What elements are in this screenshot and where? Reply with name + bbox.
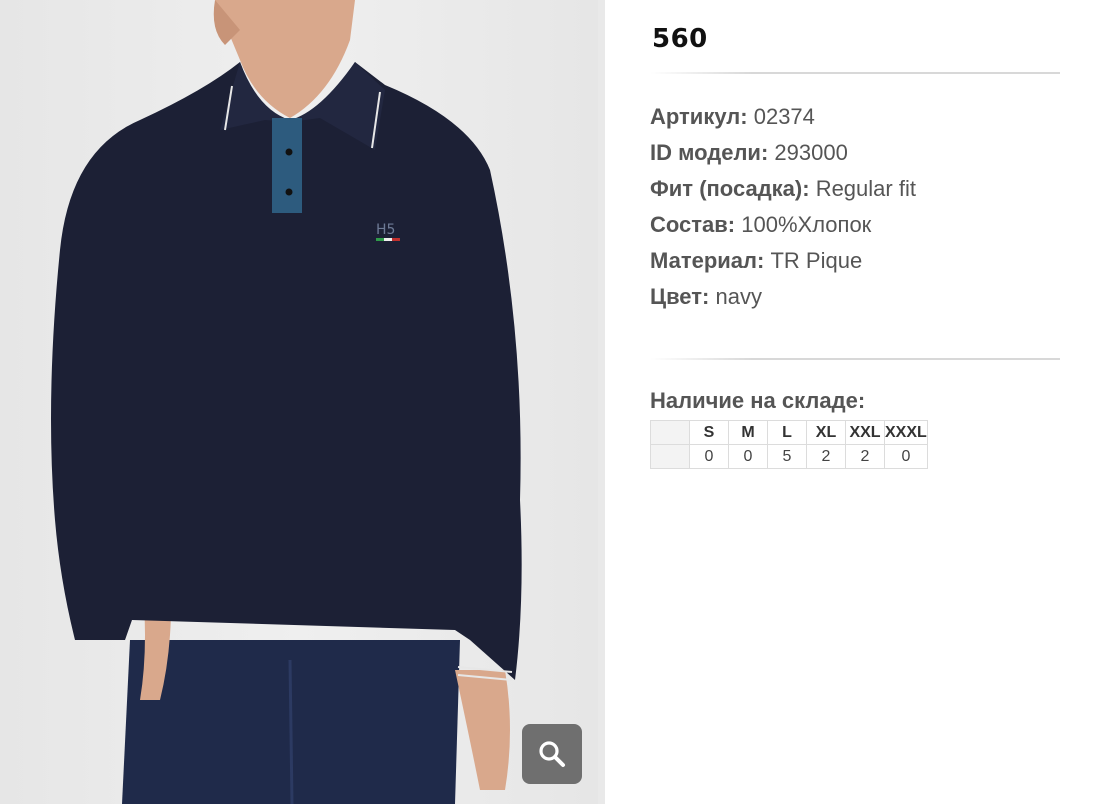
attribute-value: navy xyxy=(715,284,762,309)
stock-table: S M L XL XXL XXXL 0 0 5 2 2 0 xyxy=(650,420,928,469)
attribute-label: Состав: xyxy=(650,212,736,237)
size-header: XXL xyxy=(845,420,885,445)
stock-quantity: 0 xyxy=(689,444,729,469)
stock-quantity: 0 xyxy=(728,444,768,469)
attribute-value: 02374 xyxy=(753,104,815,129)
divider xyxy=(650,72,1060,74)
stock-quantity: 5 xyxy=(767,444,807,469)
size-header: XL xyxy=(806,420,846,445)
size-header: M xyxy=(728,420,768,445)
size-header: L xyxy=(767,420,807,445)
stock-row-label-cell xyxy=(650,444,690,469)
attribute-value: 293000 xyxy=(774,140,848,165)
size-header: S xyxy=(689,420,729,445)
attribute-label: Артикул: xyxy=(650,104,748,129)
stock-corner-cell xyxy=(650,420,690,445)
product-photo: H5 xyxy=(0,0,598,804)
attribute-value: Regular fit xyxy=(815,176,916,201)
magnifier-icon xyxy=(539,741,565,767)
attribute-list: Артикул: 02374 ID модели: 293000 Фит (по… xyxy=(650,100,916,316)
attribute-value: TR Pique xyxy=(770,248,863,273)
stock-title: Наличие на складе: xyxy=(650,388,866,413)
attribute-value: 100%Хлопок xyxy=(741,212,872,237)
product-title: 560 xyxy=(652,24,708,54)
stock-quantity-row: 0 0 5 2 2 0 xyxy=(650,444,928,469)
attribute-row: Состав: 100%Хлопок xyxy=(650,208,916,244)
product-image[interactable]: H5 xyxy=(0,0,598,804)
attribute-label: Материал: xyxy=(650,248,765,273)
stock-quantity: 2 xyxy=(845,444,885,469)
stock-quantity: 0 xyxy=(884,444,928,469)
attribute-label: ID модели: xyxy=(650,140,769,165)
attribute-row: Материал: TR Pique xyxy=(650,244,916,280)
attribute-row: Фит (посадка): Regular fit xyxy=(650,172,916,208)
attribute-label: Фит (посадка): xyxy=(650,176,810,201)
divider xyxy=(650,358,1060,360)
pane-divider xyxy=(598,0,605,804)
stock-size-row: S M L XL XXL XXXL xyxy=(650,420,928,445)
attribute-row: Артикул: 02374 xyxy=(650,100,916,136)
attribute-label: Цвет: xyxy=(650,284,710,309)
attribute-row: Цвет: navy xyxy=(650,280,916,316)
svg-text:H5: H5 xyxy=(376,222,395,238)
size-header: XXXL xyxy=(884,420,928,445)
zoom-button[interactable] xyxy=(522,724,582,784)
attribute-row: ID модели: 293000 xyxy=(650,136,916,172)
stock-quantity: 2 xyxy=(806,444,846,469)
